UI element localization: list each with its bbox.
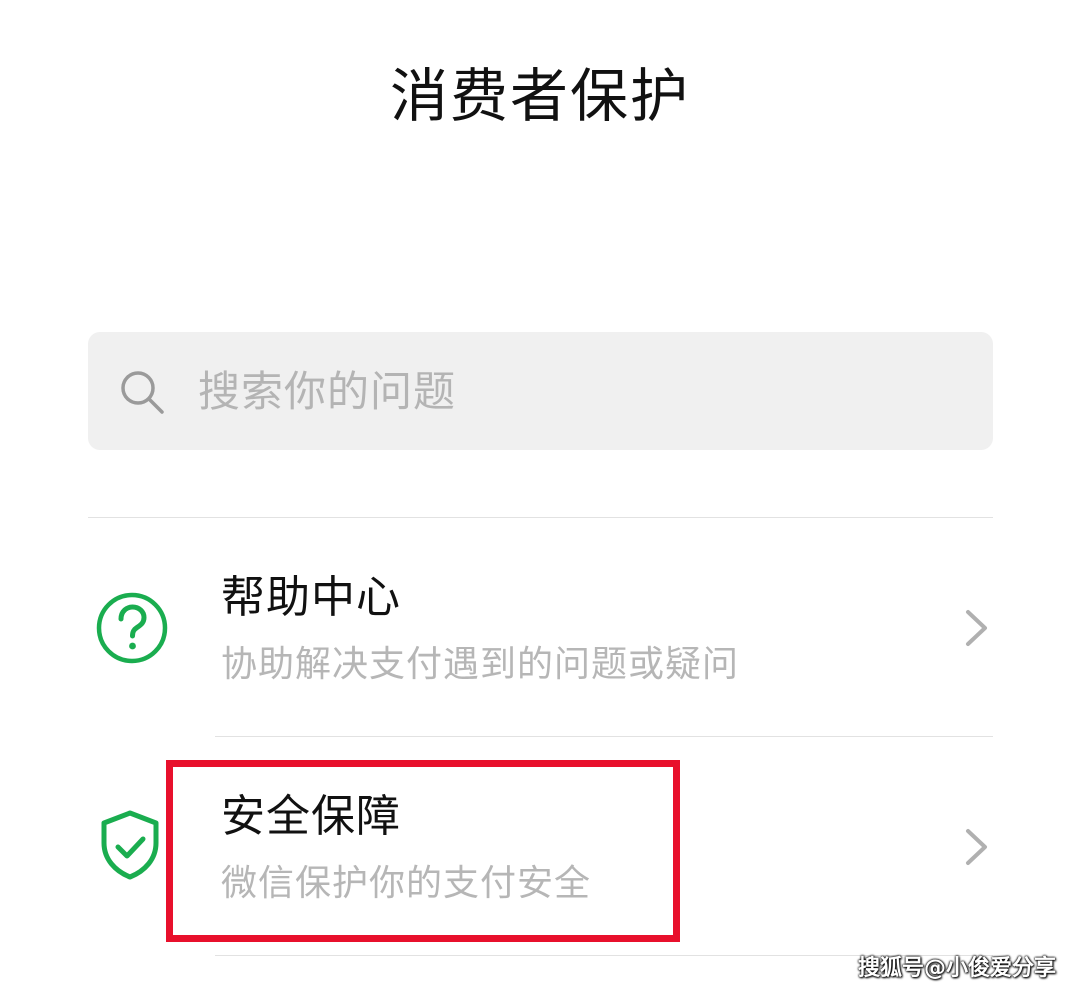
search-icon <box>121 371 164 414</box>
help-circle-icon <box>96 592 168 664</box>
help-center-subtitle: 协助解决支付遇到的问题或疑问 <box>221 644 740 685</box>
shield-check-icon <box>101 810 159 880</box>
help-center-title: 帮助中心 <box>221 572 401 623</box>
chevron-right-icon <box>966 610 987 646</box>
watermark-text: 搜狐号@小俊爱分享 <box>857 956 1056 981</box>
security-title: 安全保障 <box>221 791 401 842</box>
chevron-right-icon <box>966 829 987 865</box>
page-title: 消费者保护 <box>389 62 690 130</box>
search-input-placeholder[interactable]: 搜索你的问题 <box>198 362 456 422</box>
security-subtitle: 微信保护你的支付安全 <box>221 863 592 904</box>
menu-item-help-center[interactable]: 帮助中心 协助解决支付遇到的问题或疑问 <box>88 518 993 736</box>
menu-item-security[interactable]: 安全保障 微信保护你的支付安全 <box>88 737 993 955</box>
